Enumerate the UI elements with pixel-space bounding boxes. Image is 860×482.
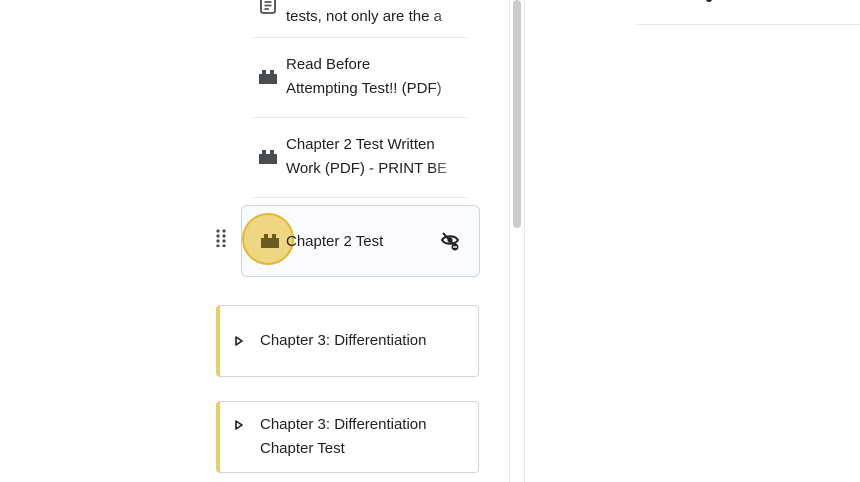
toc-module-title-line: Chapter 3: Differentiation xyxy=(260,332,427,349)
document-icon xyxy=(260,0,276,14)
toc-topic-item-selected[interactable]: Chapter 2 Test xyxy=(241,205,480,277)
toc-module-item[interactable]: Chapter 3: Differentiation xyxy=(216,305,479,377)
lti-plugin-icon xyxy=(261,234,279,248)
toc-module-title-line: Chapter 3: Differentiation xyxy=(260,416,427,433)
toc-topic-item[interactable]: Chapter 2 Test Written Work (PDF) - PRIN… xyxy=(252,117,468,198)
caret-right-icon[interactable] xyxy=(234,336,244,346)
toc-topic-title: tests, not only are the a xyxy=(286,5,468,29)
lti-plugin-icon xyxy=(259,150,277,164)
partial-text-glyph xyxy=(706,0,712,2)
drag-handle-icon[interactable] xyxy=(216,229,226,247)
toc-topic-title: Read Before Attempting Test!! (PDF) xyxy=(286,53,468,101)
toc-topic-title: Chapter 2 Test xyxy=(286,233,384,250)
toc-topic-title-line: Work (PDF) - PRINT BE xyxy=(286,160,448,177)
content-page: tests, not only are the a Read Before At… xyxy=(0,0,860,482)
toc-module-title: Chapter 3: Differentiation Chapter Test xyxy=(260,413,427,461)
toc-scrollbar[interactable] xyxy=(509,0,525,482)
toc-topic-title-line: tests, not only are the a xyxy=(286,8,442,25)
toc-scrollbar-thumb[interactable] xyxy=(513,0,521,228)
toc-topic-title: Chapter 2 Test Written Work (PDF) - PRIN… xyxy=(286,133,468,181)
content-viewer-panel xyxy=(526,0,860,482)
toc-topic-title-line: Attempting Test!! (PDF) xyxy=(286,80,442,97)
toc-module-title-line: Chapter Test xyxy=(260,440,345,457)
toc-module-item[interactable]: Chapter 3: Differentiation Chapter Test xyxy=(216,401,479,473)
visibility-hidden-icon[interactable] xyxy=(439,231,461,251)
content-divider xyxy=(636,24,860,25)
caret-right-icon[interactable] xyxy=(234,420,244,430)
toc-topic-item[interactable]: Read Before Attempting Test!! (PDF) xyxy=(252,37,468,118)
toc-topic-title-line: Read Before xyxy=(286,56,371,73)
table-of-contents-panel: tests, not only are the a Read Before At… xyxy=(0,0,509,482)
toc-topic-item[interactable]: tests, not only are the a xyxy=(252,0,468,38)
toc-topic-title-line: Chapter 2 Test Written xyxy=(286,136,435,153)
lti-plugin-icon xyxy=(259,70,277,84)
toc-module-title: Chapter 3: Differentiation xyxy=(260,329,427,353)
